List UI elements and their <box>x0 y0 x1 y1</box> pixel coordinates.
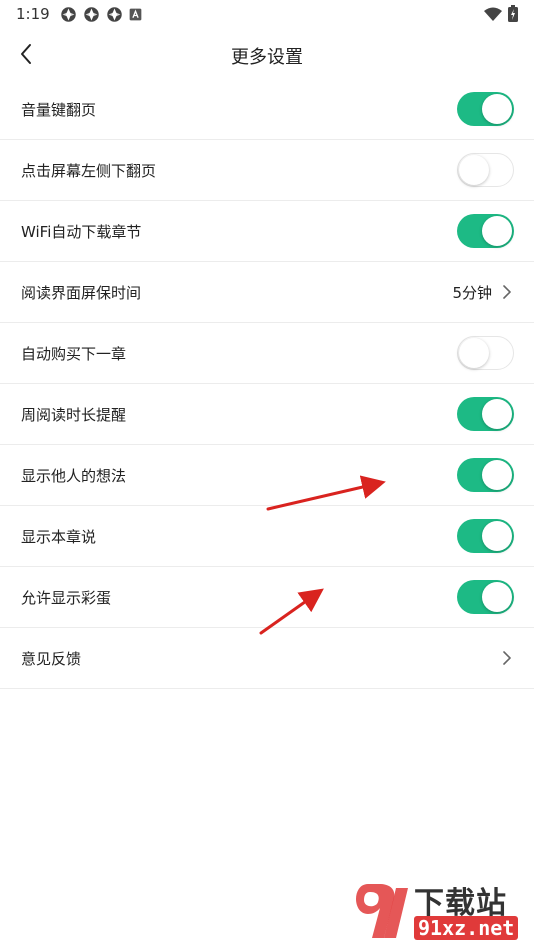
status-bar: 1:19 <box>0 0 534 30</box>
watermark-url: 91xz.net <box>414 916 519 940</box>
page-title: 更多设置 <box>231 47 303 68</box>
toggle-knob <box>482 582 512 612</box>
toggle-knob <box>459 338 489 368</box>
chevron-right-icon <box>502 284 514 300</box>
wifi-auto-download-toggle[interactable] <box>457 214 514 248</box>
setting-label: 意见反馈 <box>21 649 82 668</box>
setting-label: WiFi自动下载章节 <box>21 222 142 241</box>
setting-label: 允许显示彩蛋 <box>21 588 112 607</box>
toggle-knob <box>459 155 489 185</box>
status-time: 1:19 <box>16 5 50 23</box>
status-icons-right <box>484 5 518 22</box>
setting-row-allow-easter-eggs: 允许显示彩蛋 <box>0 567 534 628</box>
auto-buy-next-chapter-toggle[interactable] <box>457 336 514 370</box>
setting-row-auto-buy-next-chapter: 自动购买下一章 <box>0 323 534 384</box>
a-letter-icon <box>129 8 142 21</box>
setting-row-screensaver-time[interactable]: 阅读界面屏保时间 5分钟 <box>0 262 534 323</box>
status-icons-left <box>60 6 142 23</box>
setting-row-weekly-reading-reminder: 周阅读时长提醒 <box>0 384 534 445</box>
setting-label: 音量键翻页 <box>21 100 97 119</box>
setting-label: 显示他人的想法 <box>21 466 127 485</box>
wifi-icon <box>484 7 502 21</box>
battery-charging-icon <box>508 5 518 22</box>
nav-bar: 更多设置 <box>0 30 534 78</box>
allow-easter-eggs-toggle[interactable] <box>457 580 514 614</box>
setting-label: 周阅读时长提醒 <box>21 405 127 424</box>
setting-label: 阅读界面屏保时间 <box>21 283 142 302</box>
toggle-knob <box>482 521 512 551</box>
app-notification-icon <box>84 7 99 22</box>
setting-row-feedback[interactable]: 意见反馈 <box>0 628 534 689</box>
show-others-thoughts-toggle[interactable] <box>457 458 514 492</box>
toggle-knob <box>482 460 512 490</box>
watermark-logo: 下载站 91xz.net <box>350 876 530 948</box>
setting-row-wifi-auto-download: WiFi自动下载章节 <box>0 201 534 262</box>
toggle-knob <box>482 399 512 429</box>
app-notification-icon <box>107 7 122 22</box>
setting-label: 自动购买下一章 <box>21 344 127 363</box>
weekly-reading-reminder-toggle[interactable] <box>457 397 514 431</box>
setting-row-show-chapter-comments: 显示本章说 <box>0 506 534 567</box>
setting-row-tap-left-page-down: 点击屏幕左侧下翻页 <box>0 140 534 201</box>
setting-row-volume-key-page-turn: 音量键翻页 <box>0 79 534 140</box>
setting-label: 显示本章说 <box>21 527 97 546</box>
app-notification-icon <box>61 7 76 22</box>
toggle-knob <box>482 216 512 246</box>
settings-list: 音量键翻页 点击屏幕左侧下翻页 WiFi自动下载章节 阅读界面屏保时间 5分钟 … <box>0 79 534 689</box>
tap-left-page-down-toggle[interactable] <box>457 153 514 187</box>
setting-label: 点击屏幕左侧下翻页 <box>21 161 157 180</box>
screensaver-time-value: 5分钟 <box>452 283 492 302</box>
show-chapter-comments-toggle[interactable] <box>457 519 514 553</box>
chevron-right-icon <box>502 650 514 666</box>
setting-row-show-others-thoughts: 显示他人的想法 <box>0 445 534 506</box>
volume-key-page-turn-toggle[interactable] <box>457 92 514 126</box>
toggle-knob <box>482 94 512 124</box>
